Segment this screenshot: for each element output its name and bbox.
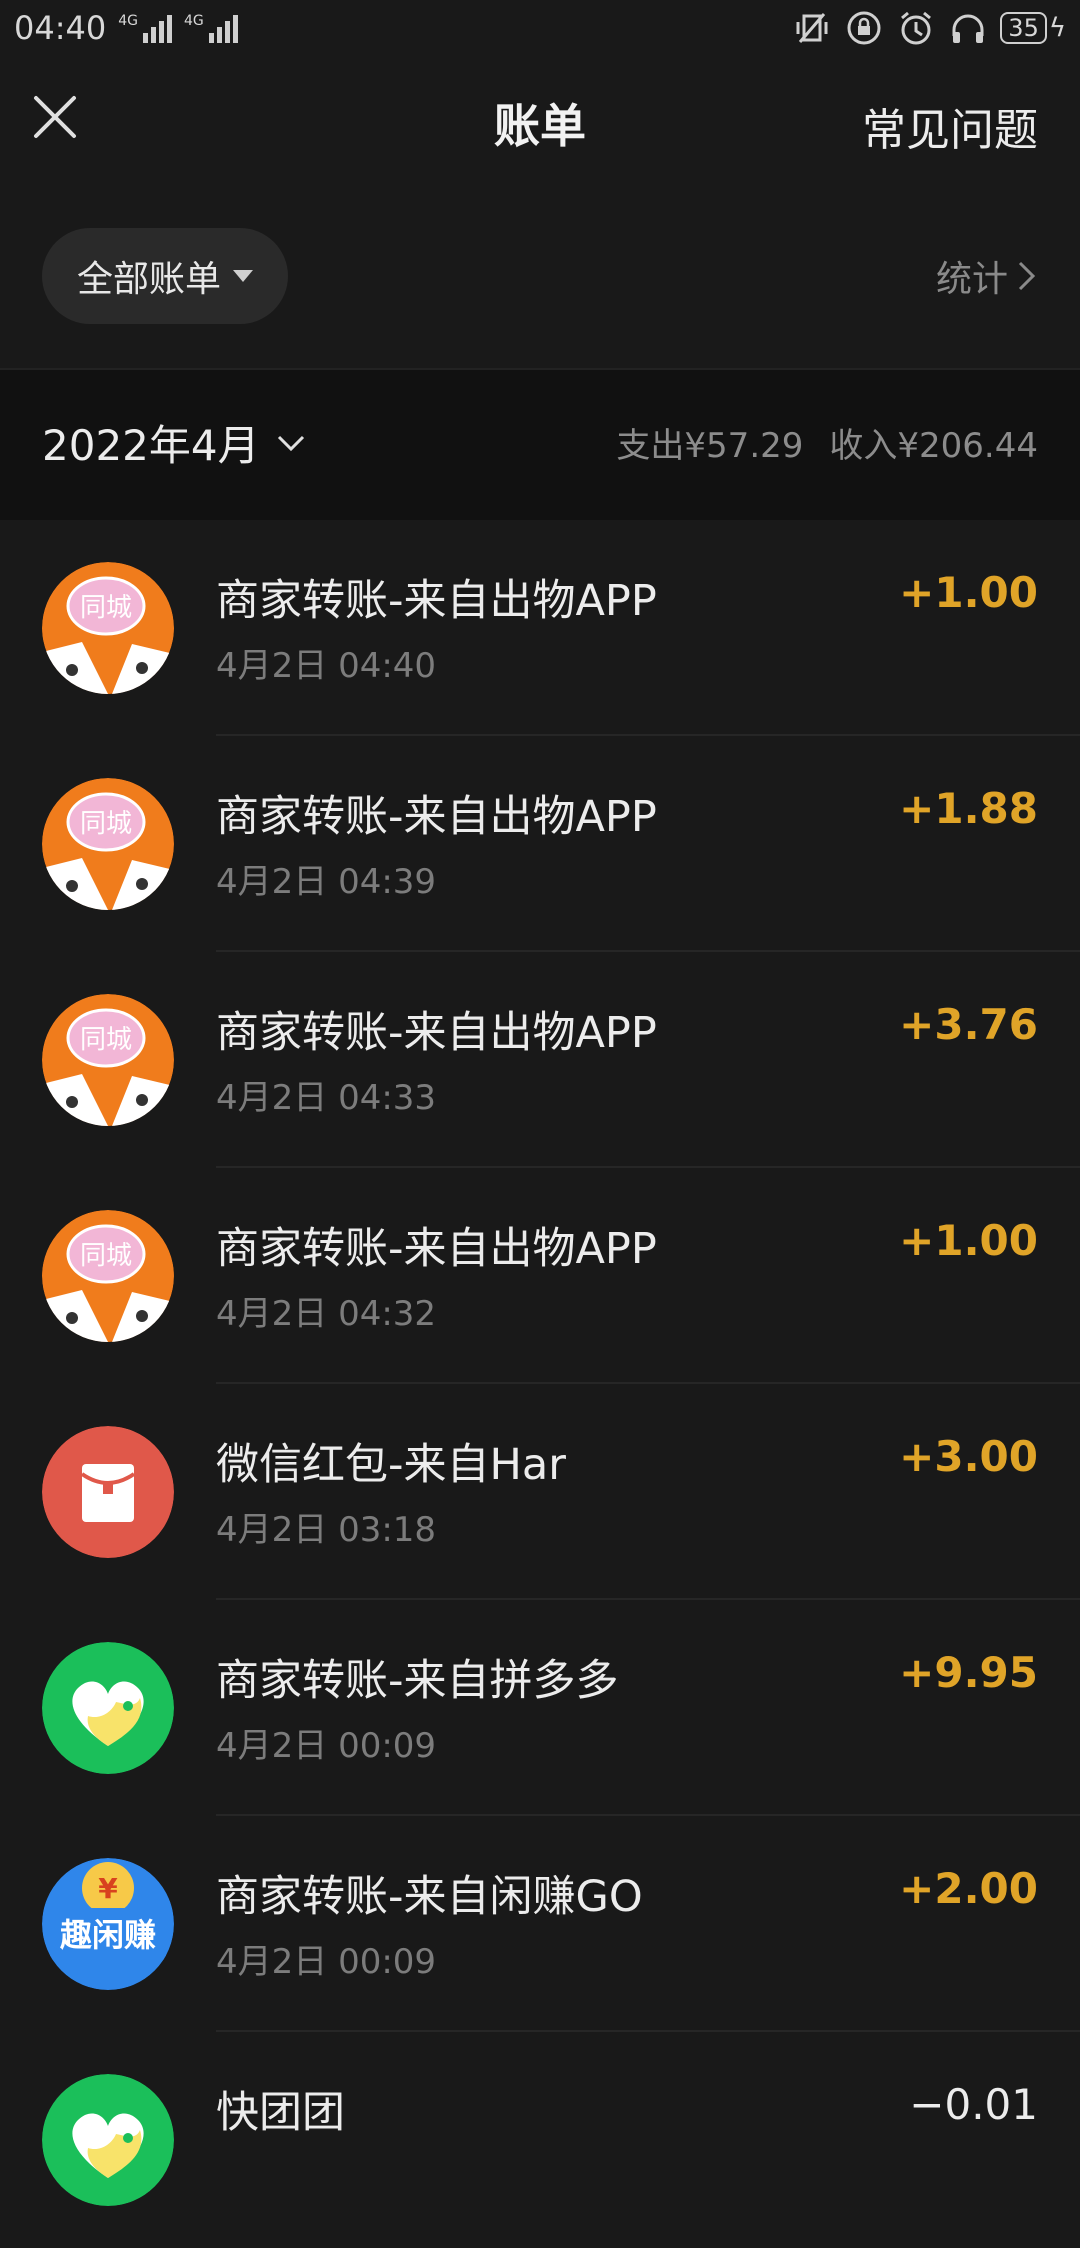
svg-text:同城: 同城 [80, 809, 132, 839]
transaction-amount: +1.88 [899, 784, 1038, 833]
stats-label: 统计 [935, 259, 1008, 300]
transaction-row[interactable]: 同城 商家转账-来自出物APP 4月2日 04:40 +1.00 [0, 520, 1080, 736]
green-heart-icon [42, 1642, 174, 1774]
transaction-row[interactable]: 商家转账-来自拼多多 4月2日 00:09 +9.95 [0, 1600, 1080, 1816]
tongcheng-cat-icon: 同城 [42, 778, 174, 910]
expense-total: 支出¥57.29 [616, 426, 804, 466]
month-header: 2022年4月 支出¥57.29 收入¥206.44 [0, 370, 1080, 520]
month-selector[interactable]: 2022年4月 [42, 412, 306, 473]
transaction-time: 4月2日 04:33 [216, 1078, 437, 1118]
transaction-title: 商家转账-来自出物APP [216, 792, 657, 842]
alarm-icon [901, 11, 932, 45]
headphones-icon [952, 14, 984, 43]
transaction-time: 4月2日 03:18 [216, 1510, 437, 1550]
signal-icon: 4G [118, 13, 172, 43]
transaction-row[interactable]: 同城 商家转账-来自出物APP 4月2日 04:33 +3.76 [0, 952, 1080, 1168]
transaction-title: 商家转账-来自出物APP [216, 576, 657, 626]
income-total: 收入¥206.44 [829, 426, 1038, 466]
chevron-right-icon [1018, 261, 1036, 291]
green-heart-icon [42, 2074, 174, 2206]
quxianzhuan-icon: ¥ 趣闲赚 [42, 1858, 174, 1990]
transaction-time: 4月2日 00:09 [216, 1726, 437, 1766]
battery-icon: 35 ϟ [1000, 12, 1066, 44]
caret-down-icon [233, 270, 253, 282]
header: 账单 常见问题 [0, 56, 1080, 186]
transaction-title: 商家转账-来自闲赚GO [216, 1872, 643, 1922]
svg-text:同城: 同城 [80, 593, 132, 623]
transaction-row[interactable]: 微信红包-来自Har 4月2日 03:18 +3.00 [0, 1384, 1080, 1600]
transaction-title: 商家转账-来自出物APP [216, 1008, 657, 1058]
svg-text:¥: ¥ [98, 1872, 118, 1905]
lock-rotation-icon [847, 11, 881, 45]
tongcheng-cat-icon: 同城 [42, 1210, 174, 1342]
transaction-title: 商家转账-来自拼多多 [216, 1656, 619, 1706]
transaction-title: 微信红包-来自Har [216, 1440, 566, 1490]
faq-button[interactable]: 常见问题 [862, 94, 1038, 158]
status-bar: 04:40 4G 4G 35 ϟ [0, 0, 1080, 56]
transaction-row[interactable]: ¥ 趣闲赚 商家转账-来自闲赚GO 4月2日 00:09 +2.00 [0, 1816, 1080, 2032]
transaction-amount: +1.00 [899, 1216, 1038, 1265]
bill-filter-label: 全部账单 [76, 259, 221, 300]
svg-text:同城: 同城 [80, 1025, 132, 1055]
bill-filter-dropdown[interactable]: 全部账单 [42, 228, 288, 324]
transaction-amount: −0.01 [909, 2080, 1038, 2129]
svg-text:同城: 同城 [80, 1241, 132, 1271]
red-packet-icon [42, 1426, 174, 1558]
transaction-amount: +2.00 [899, 1864, 1038, 1913]
transaction-time: 4月2日 00:09 [216, 1942, 437, 1982]
stats-button[interactable]: 统计 [936, 250, 1038, 302]
tongcheng-cat-icon: 同城 [42, 562, 174, 694]
month-summary: 支出¥57.29 收入¥206.44 [616, 418, 1038, 467]
transaction-title: 快团团 [216, 2088, 345, 2138]
signal-icon-2: 4G [184, 13, 238, 43]
transaction-amount: +3.76 [899, 1000, 1038, 1049]
transaction-time: 4月2日 04:32 [216, 1294, 437, 1334]
transaction-amount: +3.00 [899, 1432, 1038, 1481]
transaction-time: 4月2日 04:40 [216, 646, 437, 686]
month-label: 2022年4月 [42, 421, 260, 470]
transaction-row[interactable]: 同城 商家转账-来自出物APP 4月2日 04:39 +1.88 [0, 736, 1080, 952]
chevron-down-icon [277, 435, 304, 451]
transaction-time: 4月2日 04:39 [216, 862, 437, 902]
transaction-row[interactable]: 快团团 −0.01 [0, 2032, 1080, 2248]
status-time: 04:40 [14, 9, 107, 47]
tongcheng-cat-icon: 同城 [42, 994, 174, 1126]
filter-row: 全部账单 统计 [0, 220, 1080, 330]
transaction-row[interactable]: 同城 商家转账-来自出物APP 4月2日 04:32 +1.00 [0, 1168, 1080, 1384]
vibrate-icon [796, 13, 828, 43]
transaction-amount: +1.00 [899, 568, 1038, 617]
transaction-list: 同城 商家转账-来自出物APP 4月2日 04:40 +1.00 同城 商家转账… [0, 520, 1080, 2248]
transaction-amount: +9.95 [899, 1648, 1038, 1697]
svg-text:趣闲赚: 趣闲赚 [60, 1916, 156, 1954]
transaction-title: 商家转账-来自出物APP [216, 1224, 657, 1274]
